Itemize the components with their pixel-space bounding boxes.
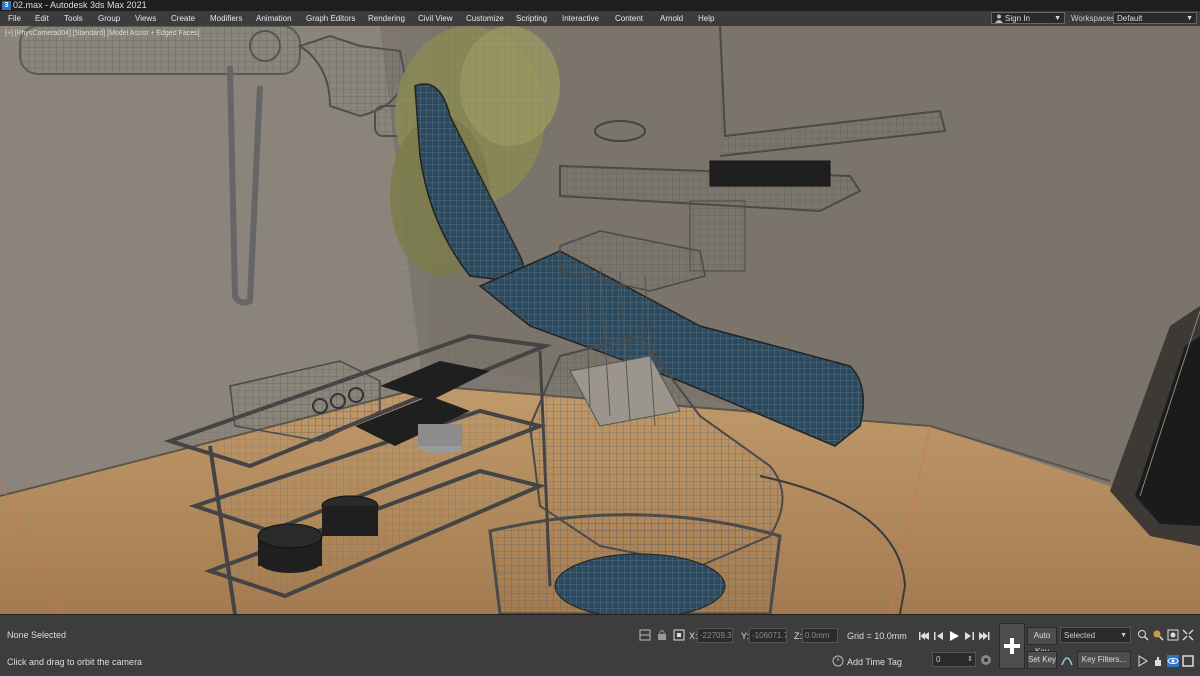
zoom-extents-icon[interactable]	[1167, 629, 1179, 641]
set-keys-button[interactable]	[999, 623, 1025, 669]
chevron-down-icon: ▼	[1120, 632, 1127, 639]
maximize-viewport-icon[interactable]	[1182, 655, 1194, 667]
key-filters-button[interactable]: Key Filters...	[1077, 651, 1131, 669]
go-to-end-icon[interactable]	[978, 630, 990, 642]
menu-scripting[interactable]: Scripting	[516, 11, 547, 26]
menu-civil-view[interactable]: Civil View	[418, 11, 453, 26]
app-icon[interactable]: 3	[2, 1, 11, 10]
workspaces-value: Default	[1117, 14, 1143, 23]
isolate-selection-icon[interactable]	[639, 629, 651, 641]
menu-views[interactable]: Views	[135, 11, 156, 26]
selection-status: None Selected	[7, 630, 67, 640]
z-label: Z:	[794, 631, 802, 641]
lock-icon[interactable]	[656, 629, 668, 641]
menu-group[interactable]: Group	[98, 11, 120, 26]
key-plus-icon	[1004, 638, 1020, 654]
workspaces-select[interactable]: Default ▼	[1113, 12, 1197, 24]
menu-create[interactable]: Create	[171, 11, 195, 26]
x-coordinate-field[interactable]: -22709.344	[697, 628, 733, 643]
menu-graph-editors[interactable]: Graph Editors	[306, 11, 355, 26]
current-frame-spinner[interactable]: 0 ⇕	[932, 652, 976, 667]
play-icon[interactable]	[948, 630, 960, 642]
zoom-extents-all-icon[interactable]	[1182, 629, 1194, 641]
status-bar: None Selected Click and drag to orbit th…	[0, 614, 1200, 676]
add-time-tag[interactable]: Add Time Tag	[847, 657, 902, 667]
window-title: 02.max - Autodesk 3ds Max 2021	[13, 0, 147, 10]
selection-set-value: Selected	[1064, 631, 1096, 640]
zoom-icon[interactable]	[1137, 629, 1149, 641]
transform-mode-icon[interactable]	[673, 629, 685, 641]
viewport-scene	[0, 26, 1200, 614]
spinner-icon: ⇕	[967, 656, 973, 663]
sign-in-label: Sign In	[1005, 14, 1030, 23]
y-coordinate-field[interactable]: -106071.78	[749, 628, 787, 643]
menu-file[interactable]: File	[8, 11, 21, 26]
orbit-icon[interactable]	[1167, 655, 1179, 667]
go-to-start-icon[interactable]	[918, 630, 930, 642]
title-bar: 3 02.max - Autodesk 3ds Max 2021	[0, 0, 1200, 11]
viewport-label[interactable]: [+] [PhysCamera004] [Standard] [Model As…	[5, 30, 200, 37]
menu-tools[interactable]: Tools	[64, 11, 83, 26]
menu-help[interactable]: Help	[698, 11, 714, 26]
time-configuration-icon[interactable]	[980, 654, 992, 666]
menu-animation[interactable]: Animation	[256, 11, 292, 26]
workspaces-label: Workspaces:	[1071, 14, 1118, 23]
y-label: Y:	[741, 631, 750, 641]
field-of-view-icon[interactable]	[1137, 655, 1149, 667]
set-key-button[interactable]: Set Key	[1027, 651, 1057, 669]
grid-size: Grid = 10.0mm	[847, 631, 907, 641]
menu-customize[interactable]: Customize	[466, 11, 504, 26]
menu-rendering[interactable]: Rendering	[368, 11, 405, 26]
prompt-line: Click and drag to orbit the camera	[7, 657, 143, 667]
time-tag-icon[interactable]	[832, 655, 844, 667]
menu-content[interactable]: Content	[615, 11, 643, 26]
pan-hand-icon[interactable]	[1152, 655, 1164, 667]
default-in-out-tangents-icon[interactable]	[1061, 654, 1073, 666]
menu-modifiers[interactable]: Modifiers	[210, 11, 242, 26]
zoom-all-icon[interactable]	[1152, 629, 1164, 641]
next-frame-icon[interactable]	[963, 630, 975, 642]
menu-edit[interactable]: Edit	[35, 11, 49, 26]
sign-in-dropdown[interactable]: Sign In ▼	[991, 12, 1065, 24]
menu-interactive[interactable]: Interactive	[562, 11, 599, 26]
previous-frame-icon[interactable]	[933, 630, 945, 642]
z-coordinate-field[interactable]: 0.0mm	[802, 628, 838, 643]
current-frame-value: 0	[936, 655, 941, 664]
selection-set-dropdown[interactable]: Selected ▼	[1060, 627, 1131, 643]
chevron-down-icon: ▼	[1054, 15, 1061, 22]
user-icon	[995, 14, 1003, 23]
camera-viewport[interactable]: [+] [PhysCamera004] [Standard] [Model As…	[0, 26, 1200, 614]
chevron-down-icon: ▼	[1186, 15, 1193, 22]
menu-arnold[interactable]: Arnold	[660, 11, 683, 26]
menu-bar: File Edit Tools Group Views Create Modif…	[0, 11, 1200, 26]
auto-key-button[interactable]: Auto Key	[1027, 627, 1057, 656]
